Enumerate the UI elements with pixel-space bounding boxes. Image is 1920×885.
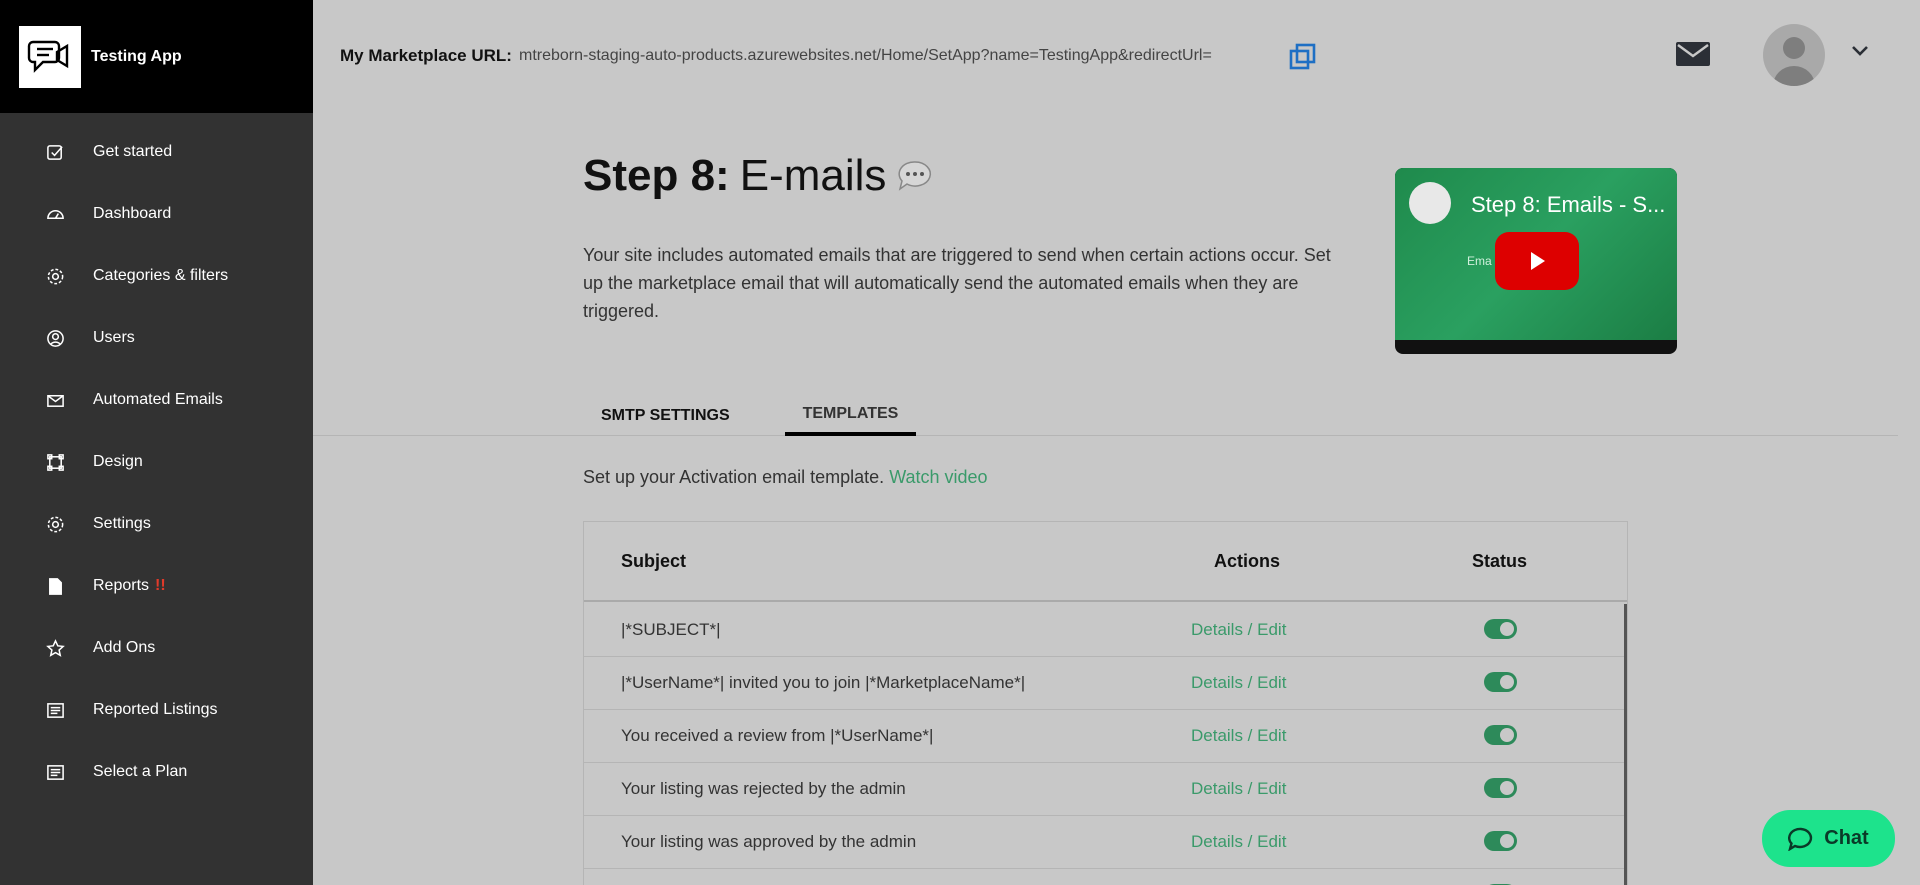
email-templates-table: Subject Actions Status |*SUBJECT*| Detai… (583, 521, 1628, 885)
copy-icon[interactable] (1288, 42, 1318, 72)
sidebar-item-label: Select a Plan (93, 763, 188, 780)
chat-icon (1788, 827, 1813, 851)
video-thumbnail: Step 8: Emails - S... Ema ings (1395, 168, 1677, 340)
sidebar-item-label: Categories & filters (93, 267, 229, 284)
sidebar-item-reports[interactable]: Reports !! (0, 555, 313, 617)
video-title: Step 8: Emails - S... (1471, 192, 1666, 217)
watch-video-link[interactable]: Watch video (889, 467, 987, 487)
table-row (584, 869, 1624, 885)
details-edit-link[interactable]: Details / Edit (1191, 620, 1286, 640)
app-name: Testing App (91, 47, 182, 65)
marketplace-url-label: My Marketplace URL: (340, 46, 512, 65)
tab-smtp-settings[interactable]: SMTP SETTINGS (583, 395, 748, 436)
alert-badge: !! (155, 577, 166, 594)
details-edit-link[interactable]: Details / Edit (1191, 832, 1286, 852)
sidebar-item-dashboard[interactable]: Dashboard (0, 183, 313, 245)
checkbox-icon (45, 142, 65, 162)
sidebar-item-settings[interactable]: Settings (0, 493, 313, 555)
sidebar-item-label: Settings (93, 515, 151, 532)
vector-square-icon (45, 452, 65, 472)
table-row: You received a review from |*UserName*| … (584, 710, 1624, 763)
sidebar-item-add-ons[interactable]: Add Ons (0, 617, 313, 679)
sidebar-item-label: Add Ons (93, 639, 156, 656)
chat-button-label: Chat (1824, 827, 1869, 849)
status-toggle[interactable] (1484, 725, 1517, 745)
tab-templates[interactable]: TEMPLATES (784, 395, 917, 436)
brand[interactable]: Testing App (0, 0, 313, 113)
step-header: Step 8: E-mails Your site includes autom… (313, 113, 1898, 436)
sidebar-item-label: Automated Emails (93, 391, 223, 408)
status-toggle[interactable] (1484, 619, 1517, 639)
sidebar: Testing App Get started Dashboard Catego… (0, 0, 313, 885)
tab-bar: SMTP SETTINGS TEMPLATES (583, 395, 953, 436)
table-row: Your listing was approved by the admin D… (584, 816, 1624, 869)
row-subject: |*UserName*| invited you to join |*Marke… (621, 673, 1026, 692)
table-body: |*SUBJECT*| Details / Edit |*UserName*| … (584, 604, 1624, 885)
avatar[interactable] (1763, 24, 1825, 86)
sidebar-item-reported-listings[interactable]: Reported Listings (0, 679, 313, 741)
row-subject: Your listing was approved by the admin (621, 832, 917, 851)
column-header-status: Status (1472, 551, 1528, 571)
table-row: |*UserName*| invited you to join |*Marke… (584, 657, 1624, 710)
list-icon (45, 762, 65, 782)
play-button[interactable] (1495, 232, 1579, 290)
template-intro-text: Set up your Activation email template. (583, 467, 885, 487)
envelope-icon (45, 390, 65, 410)
details-edit-link[interactable]: Details / Edit (1191, 726, 1286, 746)
column-header-subject: Subject (621, 551, 687, 571)
page-title-text: E-mails (739, 151, 887, 200)
row-subject: Your listing was rejected by the admin (621, 779, 906, 798)
sidebar-item-label: Reports (93, 577, 150, 594)
chat-bubble-icon (898, 161, 932, 191)
list-icon (45, 700, 65, 720)
channel-logo-icon (1409, 182, 1451, 224)
table-scrollbar[interactable] (1624, 604, 1627, 885)
video-embed[interactable]: Step 8: Emails - S... Ema ings (1395, 168, 1677, 354)
gear-icon (45, 266, 65, 286)
sidebar-item-get-started[interactable]: Get started (0, 121, 313, 183)
star-icon (45, 638, 65, 658)
sidebar-item-categories[interactable]: Categories & filters (0, 245, 313, 307)
status-toggle[interactable] (1484, 672, 1517, 692)
status-toggle[interactable] (1484, 778, 1517, 798)
sidebar-item-automated-emails[interactable]: Automated Emails (0, 369, 313, 431)
sidebar-item-label: Users (93, 329, 135, 346)
table-row: |*SUBJECT*| Details / Edit (584, 604, 1624, 657)
sidebar-item-label: Design (93, 453, 143, 470)
sidebar-item-design[interactable]: Design (0, 431, 313, 493)
user-circle-icon (45, 328, 65, 348)
table-row: Your listing was rejected by the admin D… (584, 763, 1624, 816)
sidebar-item-label: Reported Listings (93, 701, 218, 718)
page-description: Your site includes automated emails that… (583, 245, 1331, 321)
row-subject: You received a review from |*UserName*| (621, 726, 934, 745)
file-icon (45, 576, 65, 596)
sidebar-item-label: Get started (93, 143, 173, 160)
template-intro: Set up your Activation email template. W… (583, 467, 988, 488)
details-edit-link[interactable]: Details / Edit (1191, 779, 1286, 799)
page-title: Step 8: E-mails (583, 151, 934, 201)
topbar: My Marketplace URL: mtreborn-staging-aut… (313, 0, 1920, 113)
sidebar-nav: Get started Dashboard Categories & filte… (0, 113, 313, 803)
sidebar-item-users[interactable]: Users (0, 307, 313, 369)
chevron-down-icon[interactable] (1851, 44, 1869, 58)
sidebar-item-label: Dashboard (93, 205, 172, 222)
gauge-icon (45, 204, 65, 224)
gear-icon (45, 514, 65, 534)
sidebar-item-select-plan[interactable]: Select a Plan (0, 741, 313, 803)
row-subject: |*SUBJECT*| (621, 620, 721, 639)
play-icon (1531, 252, 1545, 270)
main-content: Step 8: E-mails Your site includes autom… (313, 113, 1898, 885)
details-edit-link[interactable]: Details / Edit (1191, 673, 1286, 693)
page-title-step: Step 8: (583, 151, 730, 200)
column-header-actions: Actions (1214, 551, 1281, 571)
app-logo-icon (19, 25, 81, 88)
marketplace-url-value: mtreborn-staging-auto-products.azurewebs… (519, 47, 1212, 64)
mail-icon[interactable] (1675, 40, 1711, 68)
status-toggle[interactable] (1484, 831, 1517, 851)
table-header: Subject Actions Status (584, 522, 1627, 602)
chat-button[interactable]: Chat (1762, 810, 1895, 867)
